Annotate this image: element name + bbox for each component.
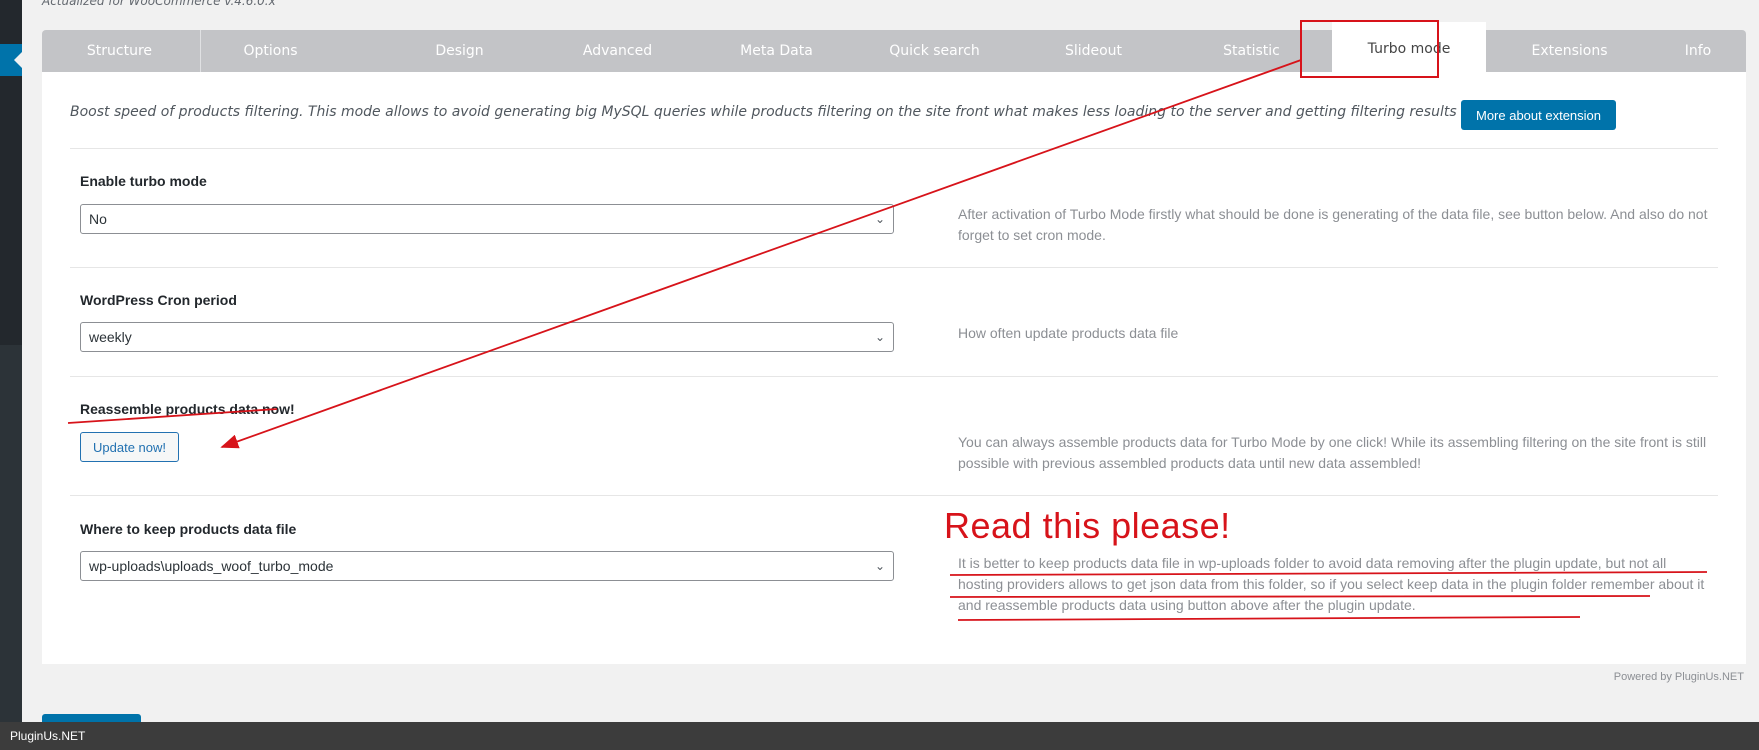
tab-meta-data[interactable]: Meta Data: [699, 30, 854, 72]
footer-bar: PluginUs.NET: [0, 722, 1759, 750]
tab-bar: Structure Options Design Advanced Meta D…: [42, 22, 1746, 72]
admin-menu-lower: [0, 345, 22, 725]
tab-slideout[interactable]: Slideout: [1016, 30, 1171, 72]
enable-turbo-value: No: [89, 211, 107, 227]
more-about-extension-button[interactable]: More about extension: [1461, 100, 1616, 130]
enable-turbo-select[interactable]: No ⌄: [80, 204, 894, 234]
tab-advanced[interactable]: Advanced: [540, 30, 695, 72]
version-subtitle: Actualized for WooCommerce v.4.6.0.x: [42, 0, 276, 8]
admin-sidebar: [0, 0, 22, 725]
divider: [70, 376, 1718, 377]
tab-structure[interactable]: Structure: [42, 30, 197, 72]
data-location-value: wp-uploads\uploads_woof_turbo_mode: [89, 558, 334, 574]
divider: [70, 495, 1718, 496]
chevron-down-icon: ⌄: [874, 330, 885, 344]
cron-period-select[interactable]: weekly ⌄: [80, 322, 894, 352]
enable-turbo-description: After activation of Turbo Mode firstly w…: [958, 206, 1708, 243]
cron-period-value: weekly: [89, 329, 132, 345]
cron-period-label: WordPress Cron period: [80, 292, 237, 308]
tab-extensions[interactable]: Extensions: [1492, 30, 1647, 72]
tab-quick-search[interactable]: Quick search: [857, 30, 1012, 72]
enable-turbo-label: Enable turbo mode: [80, 173, 207, 189]
admin-menu-current-indicator[interactable]: [0, 44, 22, 76]
read-this-annotation: Read this please!: [944, 505, 1231, 546]
tab-options[interactable]: Options: [200, 30, 340, 72]
tab-info[interactable]: Info: [1650, 30, 1746, 72]
cron-period-description: How often update products data file: [958, 325, 1179, 341]
tab-statistic[interactable]: Statistic: [1174, 30, 1329, 72]
powered-by: Powered by PluginUs.NET: [1613, 671, 1744, 683]
divider: [70, 267, 1718, 268]
chevron-down-icon: ⌄: [874, 212, 885, 226]
intro-text: Boost speed of products filtering. This …: [70, 104, 1540, 120]
update-now-button[interactable]: Update now!: [80, 432, 179, 462]
data-location-label: Where to keep products data file: [80, 521, 297, 537]
data-location-select[interactable]: wp-uploads\uploads_woof_turbo_mode ⌄: [80, 551, 894, 581]
chevron-down-icon: ⌄: [874, 559, 885, 573]
data-location-description: It is better to keep products data file …: [958, 555, 1705, 613]
divider: [70, 148, 1718, 149]
reassemble-label: Reassemble products data now!: [80, 401, 295, 417]
tab-design[interactable]: Design: [382, 30, 537, 72]
tab-turbo-mode[interactable]: Turbo mode: [1332, 22, 1486, 72]
reassemble-description: You can always assemble products data fo…: [958, 434, 1707, 471]
